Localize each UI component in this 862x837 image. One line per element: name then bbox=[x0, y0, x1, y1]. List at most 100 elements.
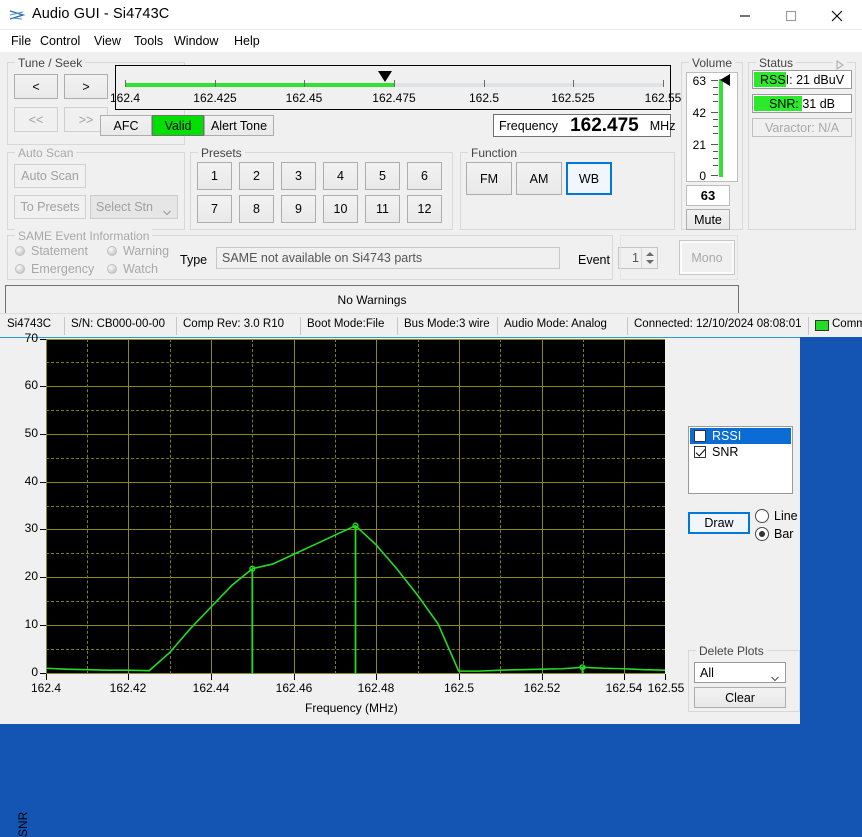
chart-ytick-60: 60 bbox=[24, 378, 38, 392]
tune-tick-1: 162.425 bbox=[193, 91, 237, 105]
legend-item-rssi-label: RSSI bbox=[712, 429, 742, 443]
chart-ytick-20: 20 bbox=[24, 569, 38, 583]
comm-led-icon bbox=[815, 320, 829, 331]
frequency-value: 162.475 bbox=[570, 114, 639, 136]
function-button-fm[interactable]: FM bbox=[466, 162, 512, 195]
preset-button-6[interactable]: 6 bbox=[407, 162, 442, 190]
main-panel: Tune / Seek < > << >> 162.4 162.425 162.… bbox=[0, 52, 862, 337]
volume-tick-21: 21 bbox=[692, 138, 706, 152]
bar-mode-radio[interactable] bbox=[755, 527, 769, 541]
menu-window[interactable]: Window bbox=[168, 32, 224, 51]
preset-button-9[interactable]: 9 bbox=[281, 195, 316, 223]
auto-scan-title: Auto Scan bbox=[15, 146, 77, 160]
title-bar: Audio GUI - Si4743C bbox=[0, 0, 862, 30]
mute-button[interactable]: Mute bbox=[686, 209, 730, 230]
preset-button-8[interactable]: 8 bbox=[239, 195, 274, 223]
close-button[interactable] bbox=[816, 0, 862, 30]
volume-value: 63 bbox=[686, 185, 730, 206]
preset-button-11[interactable]: 11 bbox=[365, 195, 400, 223]
menu-control[interactable]: Control bbox=[34, 32, 86, 51]
legend-item-snr-label: SNR bbox=[712, 445, 739, 459]
function-title: Function bbox=[468, 146, 521, 160]
maximize-button[interactable] bbox=[770, 0, 816, 30]
presets-title: Presets bbox=[198, 146, 245, 160]
volume-slider[interactable]: 63 42 21 0 bbox=[686, 72, 738, 183]
chart-area: SNR 70 60 50 40 30 20 10 0 162.4 162.42 … bbox=[0, 331, 862, 837]
preset-button-2[interactable]: 2 bbox=[239, 162, 274, 190]
same-emergency-indicator bbox=[15, 264, 25, 274]
same-type-field[interactable]: SAME not available on Si4743 parts bbox=[216, 247, 560, 269]
preset-button-5[interactable]: 5 bbox=[365, 162, 400, 190]
chart-plot[interactable] bbox=[46, 339, 665, 674]
legend-item-rssi[interactable]: RSSI bbox=[690, 428, 791, 444]
volume-tick-42: 42 bbox=[692, 106, 706, 120]
snr-meter: SNR: 31 dB bbox=[752, 94, 852, 113]
status-comp-rev: Comp Rev: 3.0 R10 bbox=[183, 318, 284, 330]
preset-button-3[interactable]: 3 bbox=[281, 162, 316, 190]
chart-xtick-5: 162.5 bbox=[443, 681, 475, 695]
chart-x-axis-label: Frequency (MHz) bbox=[305, 701, 398, 715]
chevron-down-icon-delete bbox=[771, 671, 779, 681]
status-comm: Comm bbox=[832, 318, 862, 330]
rssi-checkbox[interactable] bbox=[694, 430, 706, 442]
bar-mode-label: Bar bbox=[774, 527, 794, 541]
window-title: Audio GUI - Si4743C bbox=[32, 6, 170, 22]
chart-xtick-2: 162.44 bbox=[192, 681, 230, 695]
draw-button[interactable]: Draw bbox=[688, 512, 750, 534]
tune-tick-5: 162.525 bbox=[551, 91, 595, 105]
volume-track[interactable] bbox=[719, 79, 723, 177]
chart-xtick-1: 162.42 bbox=[109, 681, 147, 695]
function-button-am[interactable]: AM bbox=[516, 162, 562, 195]
valid-indicator-button[interactable]: Valid bbox=[152, 115, 204, 136]
function-button-wb[interactable]: WB bbox=[566, 162, 612, 195]
preset-button-1[interactable]: 1 bbox=[197, 162, 232, 190]
same-warning-indicator bbox=[107, 246, 117, 256]
to-presets-button[interactable]: To Presets bbox=[14, 195, 86, 219]
menu-tools[interactable]: Tools bbox=[128, 32, 169, 51]
chart-ytick-40: 40 bbox=[24, 474, 38, 488]
status-bus-mode: Bus Mode:3 wire bbox=[404, 318, 490, 330]
same-warning-label: Warning bbox=[123, 244, 170, 258]
tune-slider-thumb[interactable] bbox=[378, 71, 392, 82]
alert-tone-button[interactable]: Alert Tone bbox=[204, 115, 274, 136]
menu-file[interactable]: File bbox=[5, 32, 37, 51]
status-boot-mode: Boot Mode:File bbox=[307, 318, 385, 330]
chart-ytick-50: 50 bbox=[24, 426, 38, 440]
afc-button[interactable]: AFC bbox=[100, 115, 152, 136]
preset-button-12[interactable]: 12 bbox=[407, 195, 442, 223]
mono-button[interactable]: Mono bbox=[679, 240, 735, 275]
legend-item-snr[interactable]: SNR bbox=[690, 444, 791, 460]
menu-help[interactable]: Help bbox=[228, 32, 266, 51]
auto-scan-button[interactable]: Auto Scan bbox=[14, 164, 86, 188]
chart-legend[interactable]: RSSI SNR bbox=[688, 426, 793, 494]
seek-fast-down-button[interactable]: << bbox=[14, 107, 58, 132]
snr-checkbox[interactable] bbox=[694, 446, 706, 458]
tune-slider-fill bbox=[125, 83, 394, 87]
chart-xtick-4: 162.48 bbox=[357, 681, 395, 695]
varactor-meter: Varactor: N/A bbox=[752, 118, 852, 137]
clear-plots-button[interactable]: Clear bbox=[694, 687, 786, 708]
status-audio-mode: Audio Mode: Analog bbox=[504, 318, 607, 330]
status-chip: Si4743C bbox=[7, 318, 52, 330]
frequency-display: Frequency 162.475 MHz bbox=[493, 114, 675, 137]
chart-xtick-8: 162.55 bbox=[647, 681, 685, 695]
delete-plots-combobox[interactable]: All bbox=[694, 662, 786, 683]
varactor-meter-label: Varactor: N/A bbox=[764, 120, 840, 135]
line-mode-radio[interactable] bbox=[755, 509, 769, 523]
preset-button-4[interactable]: 4 bbox=[323, 162, 358, 190]
same-watch-label: Watch bbox=[123, 262, 158, 276]
volume-thumb[interactable] bbox=[720, 74, 730, 86]
minimize-button[interactable] bbox=[724, 0, 770, 30]
menu-view[interactable]: View bbox=[88, 32, 127, 51]
same-watch-indicator bbox=[107, 264, 117, 274]
same-statement-label: Statement bbox=[31, 244, 88, 258]
tune-tick-3: 162.475 bbox=[372, 91, 416, 105]
tune-tick-0: 162.4 bbox=[109, 91, 141, 105]
seek-down-button[interactable]: < bbox=[14, 74, 58, 99]
preset-button-7[interactable]: 7 bbox=[197, 195, 232, 223]
preset-button-10[interactable]: 10 bbox=[323, 195, 358, 223]
same-type-value: SAME not available on Si4743 parts bbox=[222, 251, 423, 265]
tune-slider-panel[interactable]: 162.4 162.425 162.45 162.475 162.5 162.5… bbox=[110, 65, 681, 110]
select-station-combobox[interactable]: Select Stn bbox=[90, 195, 178, 219]
volume-title: Volume bbox=[689, 56, 736, 70]
